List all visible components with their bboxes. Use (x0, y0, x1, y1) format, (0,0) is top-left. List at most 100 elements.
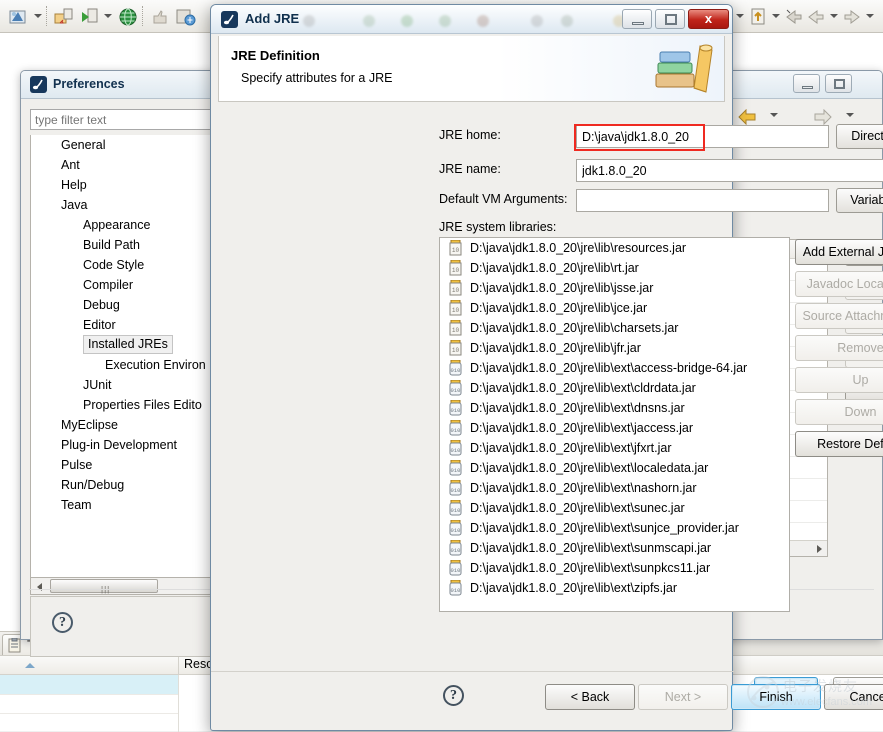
tree-item-code-style[interactable]: Code Style (31, 255, 222, 275)
export-menu-arrow[interactable] (772, 14, 780, 18)
myeclipse-icon (30, 76, 47, 93)
list-item[interactable]: 010D:\java\jdk1.8.0_20\jre\lib\ext\cldrd… (440, 378, 789, 398)
tree-item-build-path[interactable]: Build Path (31, 235, 222, 255)
tree-item-team[interactable]: Team (31, 495, 222, 515)
column-divider (178, 675, 179, 732)
list-item[interactable]: 10D:\java\jdk1.8.0_20\jre\lib\resources.… (440, 238, 789, 258)
preferences-tree[interactable]: General Ant Help Java Appearance Build P… (30, 135, 223, 578)
tree-item-run-debug[interactable]: Run/Debug (31, 475, 222, 495)
export-icon[interactable] (748, 7, 768, 27)
question-mark-icon[interactable]: ? (52, 612, 73, 633)
tree-item-compiler[interactable]: Compiler (31, 275, 222, 295)
maximize-button[interactable] (825, 74, 852, 93)
tree-horizontal-scrollbar[interactable]: ||| (30, 578, 223, 595)
list-item[interactable]: 10 D:\java\jdk1.8.0_20\jre\lib\jsse.jar (440, 278, 789, 298)
tree-item-java[interactable]: Java (31, 195, 222, 215)
scroll-right-arrow-icon[interactable] (817, 545, 822, 553)
tree-item-plugin-development[interactable]: Plug-in Development (31, 435, 222, 455)
tree-item-ant[interactable]: Ant (31, 155, 222, 175)
tree-item-properties-files-editor[interactable]: Properties Files Edito (31, 395, 222, 415)
table-row[interactable] (0, 713, 178, 714)
sort-ascending-icon[interactable] (25, 663, 35, 668)
list-item[interactable]: 010D:\java\jdk1.8.0_20\jre\lib\ext\jacce… (440, 418, 789, 438)
down-button[interactable]: Down (795, 399, 883, 425)
variables-button[interactable]: Variables... (836, 188, 883, 213)
close-button[interactable]: x (688, 9, 729, 29)
add-external-jars-button[interactable]: Add External JARs... (795, 239, 883, 265)
remove-button[interactable]: Remove (795, 335, 883, 361)
column-header-resource[interactable]: Resc (184, 657, 212, 671)
run-dropdown-arrow[interactable] (104, 14, 112, 18)
tree-item-help[interactable]: Help (31, 175, 222, 195)
source-attachment-button[interactable]: Source Attachment... (795, 303, 883, 329)
dropdown-arrow[interactable] (34, 14, 42, 18)
jre-home-input[interactable] (576, 125, 829, 148)
back-dropdown-arrow[interactable] (830, 14, 838, 18)
tree-item-myeclipse[interactable]: MyEclipse (31, 415, 222, 435)
list-item[interactable]: 010D:\java\jdk1.8.0_20\jre\lib\ext\sunec… (440, 498, 789, 518)
scrollbar-thumb[interactable]: ||| (50, 579, 158, 593)
list-item[interactable]: 010D:\java\jdk1.8.0_20\jre\lib\ext\nasho… (440, 478, 789, 498)
svg-text:010: 010 (451, 547, 461, 554)
svg-text:10: 10 (452, 287, 460, 294)
web-browser-icon[interactable] (118, 7, 138, 27)
run-config-icon[interactable] (54, 7, 74, 27)
list-item-label: D:\java\jdk1.8.0_20\jre\lib\ext\dnsns.ja… (470, 401, 685, 415)
filter-input[interactable] (30, 109, 223, 130)
jar-icon: 10 (448, 260, 463, 276)
default-vm-arguments-input[interactable] (576, 189, 829, 212)
tree-item-execution-environments[interactable]: Execution Environ (31, 355, 222, 375)
list-item[interactable]: 010D:\java\jdk1.8.0_20\jre\lib\ext\sunjc… (440, 518, 789, 538)
jre-system-libraries-list[interactable]: 10D:\java\jdk1.8.0_20\jre\lib\resources.… (439, 237, 790, 612)
list-item[interactable]: 010D:\java\jdk1.8.0_20\jre\lib\ext\local… (440, 458, 789, 478)
list-item-label: D:\java\jdk1.8.0_20\jre\lib\ext\sunjce_p… (470, 521, 739, 535)
tree-item-appearance[interactable]: Appearance (31, 215, 222, 235)
up-button[interactable]: Up (795, 367, 883, 393)
forward-dropdown-arrow[interactable] (866, 14, 874, 18)
run-icon[interactable] (80, 7, 100, 27)
save-all-icon[interactable] (176, 7, 196, 27)
list-item[interactable]: 010D:\java\jdk1.8.0_20\jre\lib\ext\zipfs… (440, 578, 789, 598)
table-row[interactable] (0, 675, 178, 694)
list-item[interactable]: 010D:\java\jdk1.8.0_20\jre\lib\ext\dnsns… (440, 398, 789, 418)
debug-icon[interactable] (8, 7, 28, 27)
list-item[interactable]: 010D:\java\jdk1.8.0_20\jre\lib\ext\acces… (440, 358, 789, 378)
table-row[interactable] (0, 694, 178, 695)
forward-arrow-icon[interactable] (842, 7, 862, 27)
tree-item-pulse[interactable]: Pulse (31, 455, 222, 475)
tree-item-debug[interactable]: Debug (31, 295, 222, 315)
list-item-label: D:\java\jdk1.8.0_20\jre\lib\jsse.jar (470, 281, 653, 295)
back-arrow-icon[interactable] (806, 7, 826, 27)
svg-text:010: 010 (451, 387, 461, 394)
elecfans-logo-icon (745, 674, 781, 713)
list-item[interactable]: 010D:\java\jdk1.8.0_20\jre\lib\ext\sunms… (440, 538, 789, 558)
tree-item-installed-jres[interactable]: Installed JREs (83, 335, 173, 354)
list-item[interactable]: 10D:\java\jdk1.8.0_20\jre\lib\jfr.jar (440, 338, 789, 358)
export-dropdown-arrow[interactable] (736, 14, 744, 18)
list-item[interactable]: 10D:\java\jdk1.8.0_20\jre\lib\charsets.j… (440, 318, 789, 338)
default-vm-arguments-label: Default VM Arguments: (439, 192, 568, 206)
minimize-button[interactable] (793, 74, 820, 93)
tree-item-editor[interactable]: Editor (31, 315, 222, 335)
list-item[interactable]: 10D:\java\jdk1.8.0_20\jre\lib\jce.jar (440, 298, 789, 318)
jar-icon: 10 (448, 280, 463, 296)
minimize-button[interactable] (622, 9, 652, 29)
back-history-icon[interactable] (784, 7, 804, 27)
jar-ext-icon: 010 (448, 560, 463, 576)
list-item-label: D:\java\jdk1.8.0_20\jre\lib\ext\jaccess.… (470, 421, 693, 435)
list-item-label: D:\java\jdk1.8.0_20\jre\lib\ext\zipfs.ja… (470, 581, 677, 595)
tree-item-junit[interactable]: JUnit (31, 375, 222, 395)
list-item[interactable]: 10D:\java\jdk1.8.0_20\jre\lib\rt.jar (440, 258, 789, 278)
javadoc-location-button[interactable]: Javadoc Location... (795, 271, 883, 297)
back-button[interactable]: < Back (545, 684, 635, 710)
directory-button[interactable]: Directory... (836, 124, 883, 149)
maximize-button[interactable] (655, 9, 685, 29)
next-button[interactable]: Next > (638, 684, 728, 710)
list-item[interactable]: 010D:\java\jdk1.8.0_20\jre\lib\ext\sunpk… (440, 558, 789, 578)
forward-dropdown-arrow[interactable] (846, 113, 854, 117)
restore-default-button[interactable]: Restore Default (795, 431, 883, 457)
question-mark-icon[interactable]: ? (443, 685, 464, 706)
list-item[interactable]: 010D:\java\jdk1.8.0_20\jre\lib\ext\jfxrt… (440, 438, 789, 458)
jre-name-input[interactable] (576, 159, 883, 182)
back-dropdown-arrow[interactable] (770, 113, 778, 117)
